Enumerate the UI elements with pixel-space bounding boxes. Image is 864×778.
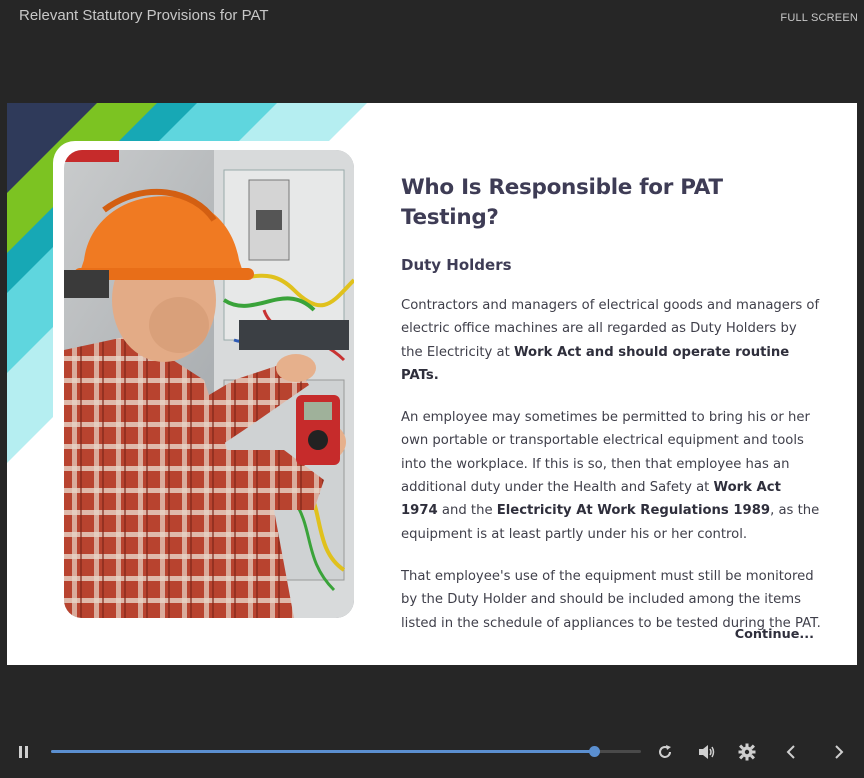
paragraph-bold: Electricity At Work Regulations 1989	[496, 503, 771, 519]
replay-icon	[659, 745, 671, 758]
seek-progress	[51, 750, 594, 753]
paragraph-employee-equipment: An employee may sometimes be permitted t…	[401, 406, 821, 546]
pause-icon	[19, 746, 28, 758]
course-title: Relevant Statutory Provisions for PAT	[19, 7, 269, 24]
continue-link[interactable]: Continue...	[735, 627, 814, 642]
previous-slide-button[interactable]	[779, 740, 803, 764]
settings-button[interactable]	[735, 740, 759, 764]
next-slide-button[interactable]	[827, 740, 851, 764]
paragraph-text: That employee's use of the equipment mus…	[401, 568, 821, 631]
paragraph-text: and the	[437, 503, 497, 519]
paragraph-duty-holders: Contractors and managers of electrical g…	[401, 294, 821, 387]
slide-heading: Who Is Responsible for PAT Testing?	[401, 175, 723, 230]
seek-bar[interactable]	[51, 746, 641, 757]
seek-handle[interactable]	[588, 746, 600, 757]
electrician-photo	[64, 150, 354, 618]
volume-button[interactable]	[695, 740, 719, 764]
paragraph-monitoring: That employee's use of the equipment mus…	[401, 565, 821, 635]
fullscreen-button[interactable]: FULL SCREEN	[780, 12, 858, 24]
settings-icon	[738, 743, 756, 761]
slide-subheading: Duty Holders	[401, 256, 512, 274]
slide-content: Who Is Responsible for PAT Testing? Duty…	[401, 173, 821, 635]
slide-canvas: Who Is Responsible for PAT Testing? Duty…	[7, 103, 857, 665]
player-controls	[0, 732, 864, 772]
prev-icon	[786, 745, 795, 759]
volume-icon	[699, 745, 715, 759]
top-bar: Relevant Statutory Provisions for PAT FU…	[0, 0, 864, 40]
replay-button[interactable]	[653, 740, 677, 764]
pause-button[interactable]	[12, 740, 36, 764]
next-icon	[835, 745, 844, 759]
